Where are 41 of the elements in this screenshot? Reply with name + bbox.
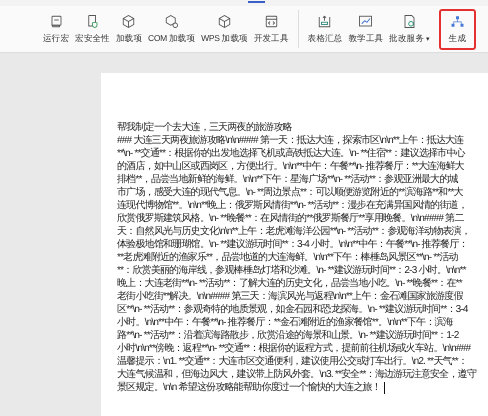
hierarchy-icon xyxy=(450,14,465,28)
text-line: **老虎滩附近的渔家乐**，品尝地道的大连海鲜。\n\n**下午：棒棰岛风景区**\n- **活动 xyxy=(117,251,459,264)
cube-icon xyxy=(216,14,232,28)
toolbar-button[interactable]: 运行宏 xyxy=(40,8,72,50)
text-line: 晚上：大连老街**\n- **活动**：了解大连的历史文化，品尝当地小吃。\n- **晚餐**：在** xyxy=(117,277,464,290)
text-line: 体验极地馆和珊瑚馆。\n- **建议游玩时间**：3-4 小时。\n\n**中午：午餐**\n- 推荐餐厅： xyxy=(117,238,469,251)
toolbar-button[interactable]: COM 加载项 xyxy=(145,8,198,50)
toolbar-button[interactable]: 生成 xyxy=(438,8,476,50)
chart-board-icon xyxy=(358,14,374,28)
text-line: **\n- **交通**：根据你的出发地选择飞机或高铁抵达大连。\n- **住宿**：建议选择市中心 xyxy=(117,147,466,160)
toolbar-button[interactable]: 宏安全性 xyxy=(72,8,113,50)
text-line: 连现代博物馆**。\n\n**晚上：俄罗斯风情街**\n- **活动**：漫步在充满异国风情的街道， xyxy=(117,199,468,212)
code-window-icon xyxy=(264,14,279,28)
text-line: 大连气候温和，但海边风大，建议带上防风外套。\n3. **安全**：海边游玩注意安全，遵守 xyxy=(117,368,478,381)
cube-gear-icon xyxy=(164,14,180,28)
active-tab-indicator xyxy=(248,1,265,3)
document-check-icon xyxy=(402,14,417,28)
scroll-icon xyxy=(48,14,64,28)
cube-icon xyxy=(121,14,136,28)
text-line: 欣赏俄罗斯建筑风格。\n- **晚餐**：在风情街的**俄罗斯餐厅**享用晚餐。\n\n#### 第二 xyxy=(117,212,465,225)
toolbar-button[interactable]: 教学工具 xyxy=(345,8,386,50)
text-line: ### 大连三天两夜旅游攻略\n\n#### 第一天：抵达大连，探索市区\n\n**上午：抵达大连 xyxy=(117,134,464,147)
text-line: 区**\n- **活动**：参观奇特的地质景观，如金石园和恐龙探海。\n- **建议游玩时间**：3-4 xyxy=(117,303,470,316)
text-line: 的酒店，如中山区或西岗区，方便出行。\n\n**中午：午餐**\n- 推荐餐厅：**大连海鲜大 xyxy=(117,160,465,173)
text-line: 天：自然风光与历史文化\n\n**上午：老虎滩海洋公园**\n- **活动**：参观海洋动物表演， xyxy=(117,225,472,238)
toolbar-button[interactable]: 表格汇总 xyxy=(304,8,346,50)
text-line: 景区规定。\n\n 希望这份攻略能帮助你度过一个愉快的大连之旅！ xyxy=(117,381,488,394)
toolbar-button[interactable]: 加载项 xyxy=(112,8,146,50)
tray-icon xyxy=(317,14,332,28)
text-cursor-icon xyxy=(384,382,386,394)
text-line: 市广场，感受大连的现代气息。\n- **周边景点**：可以顺便游览附近的**滨海路**和**大 xyxy=(117,186,464,199)
text-line: 小时\n\n**傍晚：返程**\n- **交通**：根据你的返程方式，提前前往机场或火车站。\n\n### xyxy=(117,342,472,355)
text-line: 路**\n- **活动**：沿着滨海路散步，欣赏沿途的海景和山景。\n- **建议游玩时间**：1-2 xyxy=(117,329,460,342)
text-line: 帮我制定一个去大连，三天两夜的旅游攻略 xyxy=(117,121,293,134)
text-line: 老街小吃街**解决。\n\n#### 第三天：海滨风光与返程\n\n**上午：金石滩国家旅游度假 xyxy=(117,290,464,303)
text-line: 温馨提示：\n1. **交通**：大连市区交通便利，建议使用公交或打车出行。\n2. **天气**： xyxy=(117,355,468,368)
text-line: **：欣赏美丽的海岸线，参观棒棰岛灯塔和沙滩。\n- **建议游玩时间**：2-3 小时。\n\n** xyxy=(117,264,468,277)
toolbar-button[interactable]: 开发工具 xyxy=(250,8,292,50)
text-line: 排档**，品尝当地新鲜的海鲜。\n\n**下午：星海广场**\n- **活动**：参观亚洲最大的城 xyxy=(117,173,460,186)
text-line: 小时。\n\n**中午：午餐**\n- 推荐餐厅：**金石滩附近的渔家餐馆**。\n\n**下午：滨海 xyxy=(117,316,454,329)
toolbar-button[interactable]: WPS 加载项 xyxy=(198,8,251,50)
